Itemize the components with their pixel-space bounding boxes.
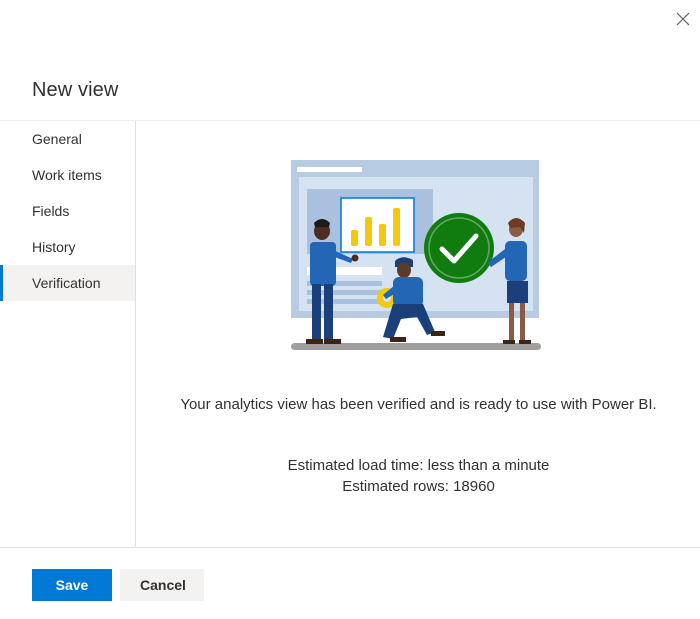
estimated-load-time: Estimated load time: less than a minute	[287, 457, 550, 474]
estimated-rows: Estimated rows: 18960	[342, 478, 495, 495]
nav-item-work-items[interactable]: Work items	[0, 157, 135, 193]
analytics-verified-illustration	[291, 160, 541, 350]
verification-message: Your analytics view has been verified an…	[180, 396, 657, 413]
verification-panel: Your analytics view has been verified an…	[137, 121, 700, 547]
save-button[interactable]: Save	[32, 569, 112, 601]
close-icon	[676, 12, 690, 26]
verification-stats: Estimated load time: less than a minute …	[177, 455, 660, 497]
nav-item-history[interactable]: History	[0, 229, 135, 265]
close-button[interactable]	[672, 8, 694, 30]
nav-item-fields[interactable]: Fields	[0, 193, 135, 229]
nav-item-general[interactable]: General	[0, 121, 135, 157]
nav-item-verification[interactable]: Verification	[0, 265, 135, 301]
dialog-title: New view	[32, 79, 119, 101]
side-nav: General Work items Fields History Verifi…	[0, 121, 136, 547]
cancel-button[interactable]: Cancel	[120, 569, 204, 601]
footer-divider	[0, 547, 700, 548]
dialog-footer: Save Cancel	[32, 569, 204, 601]
